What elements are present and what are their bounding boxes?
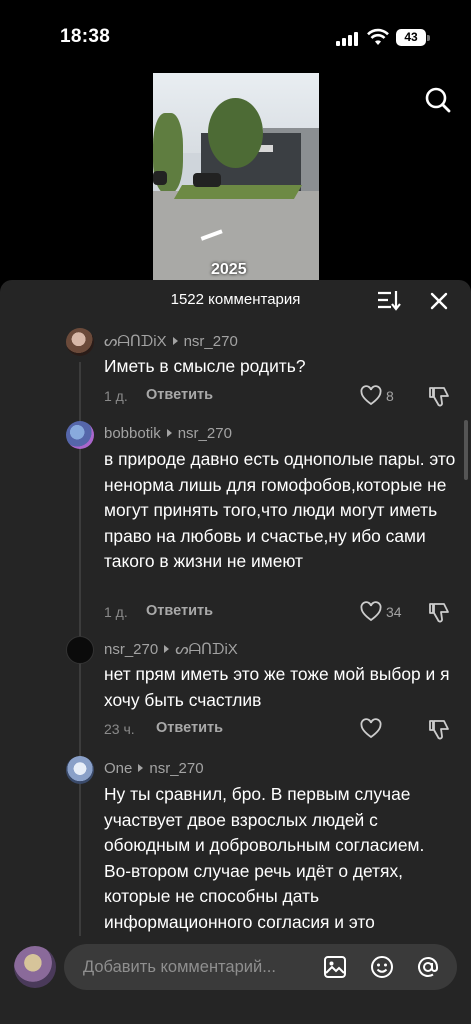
- comment-text: в природе давно есть однополые пары. это…: [104, 449, 456, 571]
- comment-time: 1 д.: [104, 604, 128, 620]
- comment-item: ᔕᗩᑎᗪiX nsr_270 Иметь в смысле родить? 1 д…: [0, 328, 471, 408]
- search-icon[interactable]: [424, 86, 452, 114]
- comment-meta: nsr_270 ᔕᗩᑎᗪiX: [104, 640, 238, 658]
- thumb-down-icon[interactable]: [428, 385, 450, 407]
- avatar[interactable]: [66, 421, 94, 449]
- comment-input-bar: Добавить комментарий...: [0, 936, 471, 1024]
- comment-actions: 1 д. Ответить 8: [104, 385, 456, 407]
- at-icon[interactable]: [416, 955, 440, 979]
- scrollbar[interactable]: [464, 420, 468, 480]
- heart-icon[interactable]: [360, 718, 382, 740]
- thumb-down-icon[interactable]: [428, 718, 450, 740]
- like-count: 34: [386, 604, 402, 620]
- battery-indicator: 43: [396, 29, 426, 46]
- comment-reply-to[interactable]: ᔕᗩᑎᗪiX: [175, 641, 238, 658]
- comment-item: One nsr_270 Ну ты сравнил, бро. В первым …: [0, 756, 471, 946]
- reply-button[interactable]: Ответить: [146, 387, 213, 403]
- status-time: 18:38: [60, 26, 111, 47]
- video-year-caption: 2025: [211, 261, 247, 278]
- comment-actions: 23 ч. Ответить: [104, 718, 456, 740]
- avatar[interactable]: [66, 328, 94, 356]
- avatar[interactable]: [66, 756, 94, 784]
- comment-item: nsr_270 ᔕᗩᑎᗪiX нет прям иметь это же тоже…: [0, 636, 471, 746]
- wifi-icon: [367, 28, 389, 45]
- comment-input[interactable]: Добавить комментарий...: [64, 944, 457, 990]
- signal-icon: [336, 31, 358, 46]
- avatar[interactable]: [66, 636, 94, 664]
- comment-reply-to[interactable]: nsr_270: [184, 333, 238, 350]
- video-thumbnail[interactable]: 2025: [153, 73, 319, 280]
- comment-actions: 1 д. Ответить 34: [104, 601, 456, 623]
- comment-input-placeholder: Добавить комментарий...: [83, 958, 276, 976]
- reply-button[interactable]: Ответить: [156, 720, 223, 736]
- comment-author[interactable]: nsr_270: [104, 641, 158, 658]
- like-count: 8: [386, 388, 394, 404]
- battery-tip: [427, 35, 430, 41]
- heart-icon[interactable]: [360, 601, 382, 623]
- comment-meta: One nsr_270: [104, 760, 204, 777]
- comment-text: нет прям иметь это же тоже мой выбор и я…: [104, 664, 450, 710]
- comment-text: Иметь в смысле родить?: [104, 356, 306, 376]
- emoji-icon[interactable]: [370, 955, 394, 979]
- comments-header: 1522 комментария: [0, 280, 471, 320]
- sort-icon[interactable]: [376, 289, 402, 311]
- heart-icon[interactable]: [360, 385, 382, 407]
- comment-meta: bobbotik nsr_270: [104, 425, 232, 442]
- thumb-down-icon[interactable]: [428, 601, 450, 623]
- comment-author[interactable]: ᔕᗩᑎᗪiX: [104, 333, 167, 350]
- comment-author[interactable]: One: [104, 760, 132, 777]
- status-bar: 18:38 43: [0, 0, 471, 72]
- comment-reply-to[interactable]: nsr_270: [149, 760, 203, 777]
- reply-button[interactable]: Ответить: [146, 603, 213, 619]
- comment-time: 23 ч.: [104, 721, 135, 737]
- comments-panel: 1522 комментария ᔕᗩᑎᗪiX nsr_270 Иметь в с…: [0, 280, 471, 1024]
- user-avatar[interactable]: [14, 946, 56, 988]
- comment-text: Ну ты сравнил, бро. В первым случае учас…: [104, 784, 431, 946]
- image-icon[interactable]: [323, 955, 347, 979]
- comment-author[interactable]: bobbotik: [104, 425, 161, 442]
- comment-time: 1 д.: [104, 388, 128, 404]
- comment-meta: ᔕᗩᑎᗪiX nsr_270: [104, 332, 238, 350]
- comment-reply-to[interactable]: nsr_270: [178, 425, 232, 442]
- close-icon[interactable]: [428, 290, 450, 312]
- comment-item: bobbotik nsr_270 в природе давно есть одн…: [0, 421, 471, 623]
